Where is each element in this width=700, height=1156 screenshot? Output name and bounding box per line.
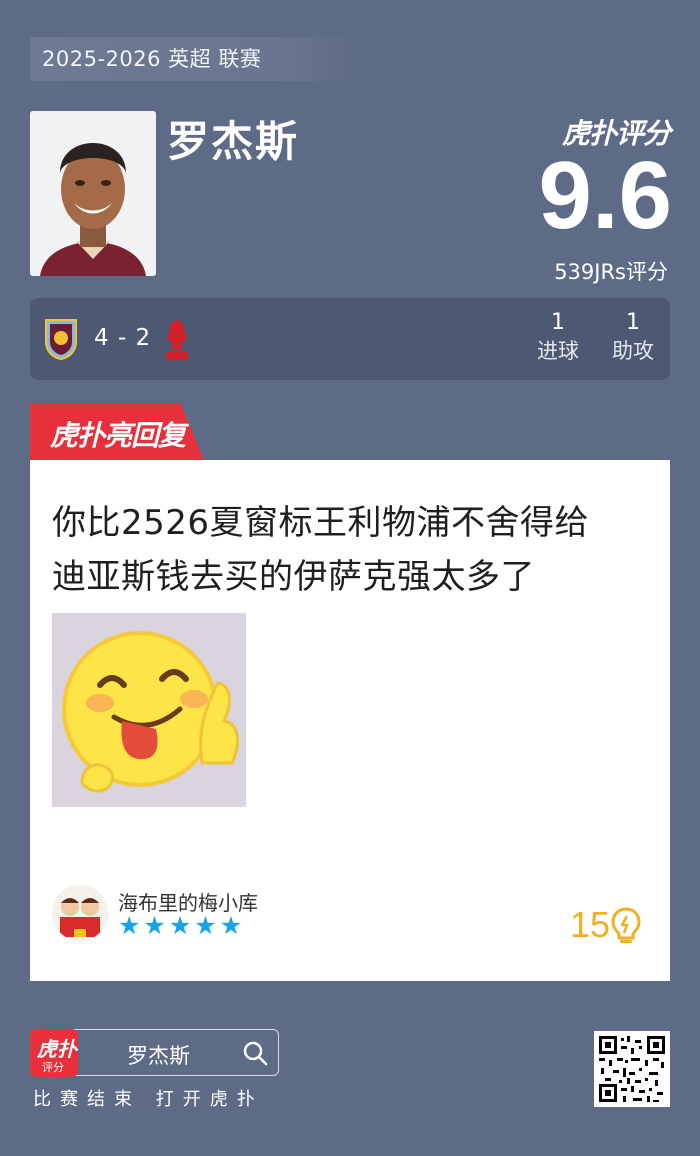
stat-goals: 1 进球 xyxy=(523,310,593,366)
match-summary[interactable]: 4 - 2 1 进球 1 助攻 xyxy=(30,298,670,380)
lightbulb-icon[interactable] xyxy=(610,906,642,946)
liverpool-crest-icon xyxy=(162,316,192,362)
hot-reply-card[interactable]: 你比2526夏窗标王利物浦不舍得给 迪亚斯钱去买的伊萨克强太多了 海布里的梅小库… xyxy=(30,460,670,981)
stat-assists: 1 助攻 xyxy=(598,310,668,366)
player-name: 罗杰斯 xyxy=(167,117,300,166)
search-keyword: 罗杰斯 xyxy=(127,1044,190,1068)
app-icon-subtitle: 评分 xyxy=(42,1061,64,1074)
aston-villa-crest-icon xyxy=(44,318,78,361)
star-icon: ★ xyxy=(168,911,192,940)
user-avatar[interactable] xyxy=(52,885,108,941)
player-photo xyxy=(30,111,156,276)
goals-label: 进球 xyxy=(537,339,579,363)
open-hupu-cta[interactable]: 比赛结束 打开虎扑 xyxy=(33,1085,264,1111)
user-rating-stars: ★ ★ ★ ★ ★ xyxy=(118,913,242,938)
search-icon[interactable] xyxy=(242,1040,268,1066)
comment-text: 你比2526夏窗标王利物浦不舍得给 迪亚斯钱去买的伊萨克强太多了 xyxy=(52,496,652,604)
rating-count: 539JRs评分 xyxy=(554,260,668,284)
star-icon: ★ xyxy=(219,911,243,940)
hot-reply-banner: 虎扑亮回复 xyxy=(30,403,204,460)
assists-value: 1 xyxy=(626,310,640,335)
match-score: 4 - 2 xyxy=(94,325,152,351)
app-icon-title: 虎扑 xyxy=(37,1037,77,1061)
assists-label: 助攻 xyxy=(612,339,654,363)
goals-value: 1 xyxy=(551,310,565,335)
rating-score: 9.6 xyxy=(538,142,672,249)
star-icon: ★ xyxy=(194,911,217,940)
comment-image[interactable] xyxy=(52,613,246,807)
season-tag: 2025-2026 英超 联赛 xyxy=(30,37,360,81)
like-count: 15 xyxy=(569,904,610,945)
star-icon: ★ xyxy=(143,911,166,940)
hot-reply-banner-text: 虎扑亮回复 xyxy=(50,419,186,452)
qr-code xyxy=(594,1031,670,1107)
hupu-app-icon[interactable]: 虎扑 评分 xyxy=(30,1029,78,1077)
star-icon: ★ xyxy=(118,911,141,940)
app-search-box[interactable]: 虎扑 评分 罗杰斯 xyxy=(30,1029,279,1077)
comment-line-2: 迪亚斯钱去买的伊萨克强太多了 xyxy=(52,557,535,597)
comment-line-1: 你比2526夏窗标王利物浦不舍得给 xyxy=(52,503,590,543)
